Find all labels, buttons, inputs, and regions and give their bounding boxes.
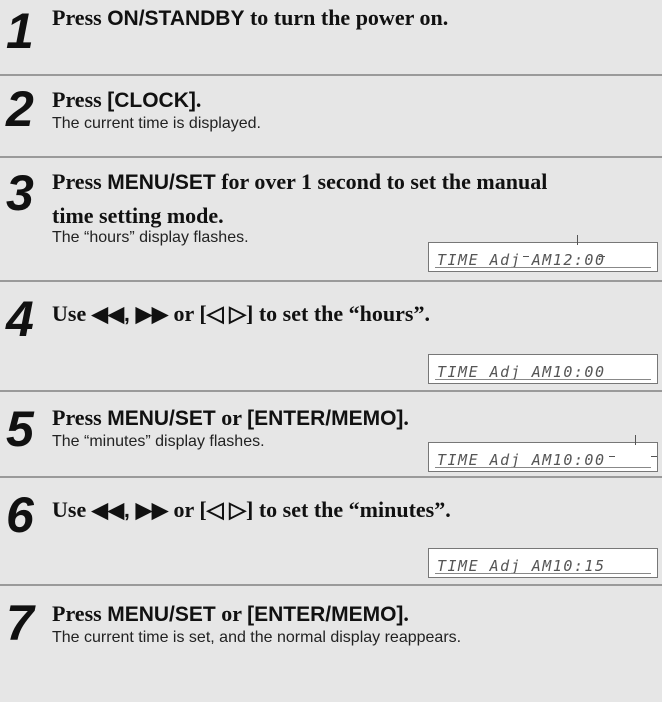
step-number: 2: [6, 81, 34, 137]
step-title: Press ON/STANDBY to turn the power on.: [52, 5, 449, 30]
skip-buttons: ◀◀, ▶▶: [91, 303, 168, 326]
step-6: 6 Use ◀◀, ▶▶ or [◁ ▷] to set the “minute…: [0, 476, 662, 584]
flash-mark-icon: [599, 256, 605, 257]
step-number: 5: [6, 401, 34, 457]
step-description: The “minutes” display flashes.: [52, 433, 265, 450]
step-title: Use ◀◀, ▶▶ or [◁ ▷] to set the “minutes”…: [52, 497, 451, 522]
step-title: Press [CLOCK].: [52, 87, 202, 112]
step-7: 7 Press MENU/SET or [ENTER/MEMO]. The cu…: [0, 584, 662, 702]
step-number: 6: [6, 487, 34, 543]
button-name: [ENTER/MEMO]: [247, 407, 404, 430]
step-2: 2 Press [CLOCK]. The current time is dis…: [0, 74, 662, 156]
lcd-display: TIME Adj AM10:00: [428, 354, 658, 384]
step-title: Press MENU/SET for over 1 second to set …: [52, 169, 548, 194]
button-name: ON/STANDBY: [107, 7, 245, 30]
step-description: The “hours” display flashes.: [52, 229, 249, 246]
lcd-display: TIME Adj AM12:00: [428, 235, 658, 272]
lcd-display: TIME Adj AM10:15: [428, 548, 658, 578]
step-number: 1: [6, 3, 34, 59]
step-5: 5 Press MENU/SET or [ENTER/MEMO]. The “m…: [0, 390, 662, 476]
step-number: 7: [6, 595, 34, 651]
step-title: Use ◀◀, ▶▶ or [◁ ▷] to set the “hours”.: [52, 301, 430, 326]
flash-mark-icon: [609, 456, 615, 457]
step-description: The current time is displayed.: [52, 115, 261, 132]
lcd-underline: [435, 573, 651, 574]
button-name: [CLOCK]: [107, 89, 196, 112]
step-3: 3 Press MENU/SET for over 1 second to se…: [0, 156, 662, 280]
button-name: MENU/SET: [107, 407, 216, 430]
step-1: 1 Press ON/STANDBY to turn the power on.: [0, 0, 662, 74]
flash-mark-icon: [577, 235, 578, 245]
step-title: Press MENU/SET or [ENTER/MEMO].: [52, 601, 409, 626]
flash-mark-icon: [523, 256, 529, 257]
step-number: 4: [6, 291, 34, 347]
step-number: 3: [6, 165, 34, 221]
flash-mark-icon: [635, 435, 636, 445]
step-description: The current time is set, and the normal …: [52, 629, 462, 646]
lcd-display: TIME Adj AM10:00: [428, 435, 658, 472]
lcd-underline: [435, 267, 651, 268]
lcd-underline: [435, 467, 651, 468]
step-title: Press MENU/SET or [ENTER/MEMO].: [52, 405, 409, 430]
button-name: MENU/SET: [107, 603, 216, 626]
step-title-line-2: time setting mode.: [52, 203, 224, 228]
button-name: [ENTER/MEMO]: [247, 603, 404, 626]
skip-buttons: ◀◀, ▶▶: [91, 499, 168, 522]
step-4: 4 Use ◀◀, ▶▶ or [◁ ▷] to set the “hours”…: [0, 280, 662, 390]
button-name: MENU/SET: [107, 171, 216, 194]
flash-mark-icon: [651, 456, 657, 457]
lcd-underline: [435, 379, 651, 380]
instruction-page: 1 Press ON/STANDBY to turn the power on.…: [0, 0, 662, 702]
